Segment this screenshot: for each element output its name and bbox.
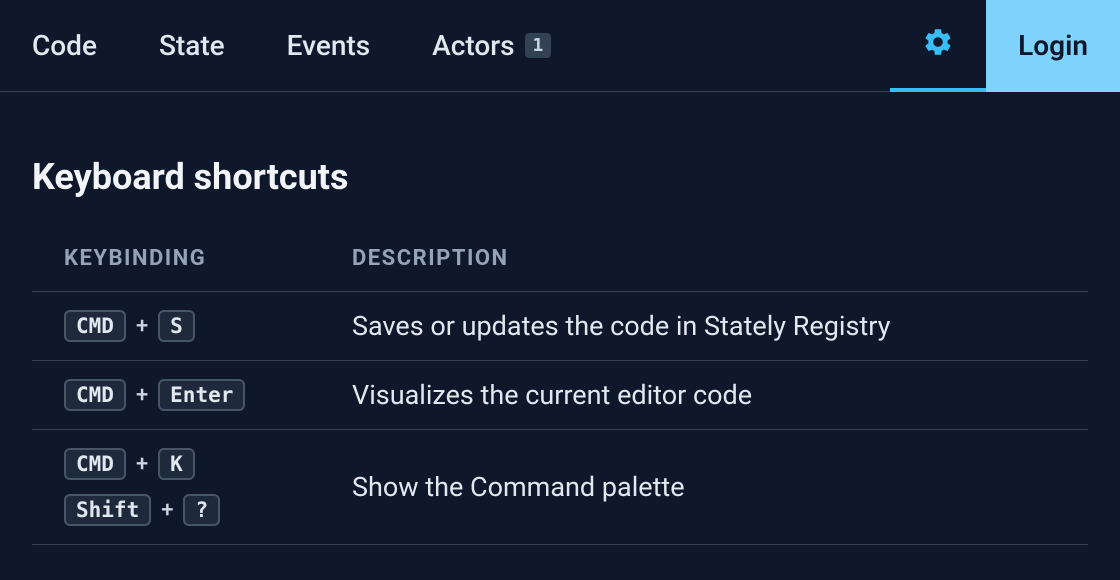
tab-label: Events <box>287 29 371 62</box>
column-header-keybinding: Keybinding <box>32 246 352 271</box>
key-combo: CMD + K <box>64 448 352 480</box>
key-combo: CMD + S <box>64 310 352 342</box>
content: Keyboard shortcuts Keybinding Descriptio… <box>0 92 1120 545</box>
shortcuts-table: Keybinding Description CMD + S Saves or … <box>32 246 1088 545</box>
tab-label: Code <box>32 29 97 62</box>
key: CMD <box>64 448 126 480</box>
plus-separator: + <box>161 498 173 523</box>
key: ? <box>183 494 220 526</box>
key: Enter <box>158 379 245 411</box>
key-combo: Shift + ? <box>64 494 352 526</box>
keybinding-cell: CMD + S <box>32 310 352 342</box>
login-label: Login <box>1018 29 1088 62</box>
table-header: Keybinding Description <box>32 246 1088 292</box>
column-header-description: Description <box>352 246 1088 271</box>
key-combo: CMD + Enter <box>64 379 352 411</box>
plus-separator: + <box>136 452 148 477</box>
description-cell: Show the Command palette <box>352 471 1088 503</box>
tab-actors[interactable]: Actors 1 <box>432 29 551 62</box>
table-row: CMD + S Saves or updates the code in Sta… <box>32 292 1088 361</box>
tabs: Code State Events Actors 1 <box>32 0 890 91</box>
key: S <box>158 310 195 342</box>
header: Code State Events Actors 1 Login <box>0 0 1120 92</box>
actors-badge: 1 <box>525 33 552 58</box>
tab-label: State <box>159 29 225 62</box>
settings-button[interactable] <box>890 0 986 92</box>
tab-code[interactable]: Code <box>32 29 97 62</box>
description-cell: Saves or updates the code in Stately Reg… <box>352 310 1088 342</box>
tab-events[interactable]: Events <box>287 29 371 62</box>
table-row: CMD + K Shift + ? Show the Command palet… <box>32 430 1088 545</box>
page-title: Keyboard shortcuts <box>32 156 1088 198</box>
gear-icon <box>922 26 954 62</box>
plus-separator: + <box>136 314 148 339</box>
key: K <box>158 448 195 480</box>
tab-label: Actors <box>432 29 514 62</box>
login-button[interactable]: Login <box>986 0 1120 92</box>
key: Shift <box>64 494 151 526</box>
tab-state[interactable]: State <box>159 29 225 62</box>
keybinding-cell: CMD + K Shift + ? <box>32 448 352 526</box>
key: CMD <box>64 379 126 411</box>
keybinding-cell: CMD + Enter <box>32 379 352 411</box>
key: CMD <box>64 310 126 342</box>
plus-separator: + <box>136 383 148 408</box>
description-cell: Visualizes the current editor code <box>352 379 1088 411</box>
table-row: CMD + Enter Visualizes the current edito… <box>32 361 1088 430</box>
